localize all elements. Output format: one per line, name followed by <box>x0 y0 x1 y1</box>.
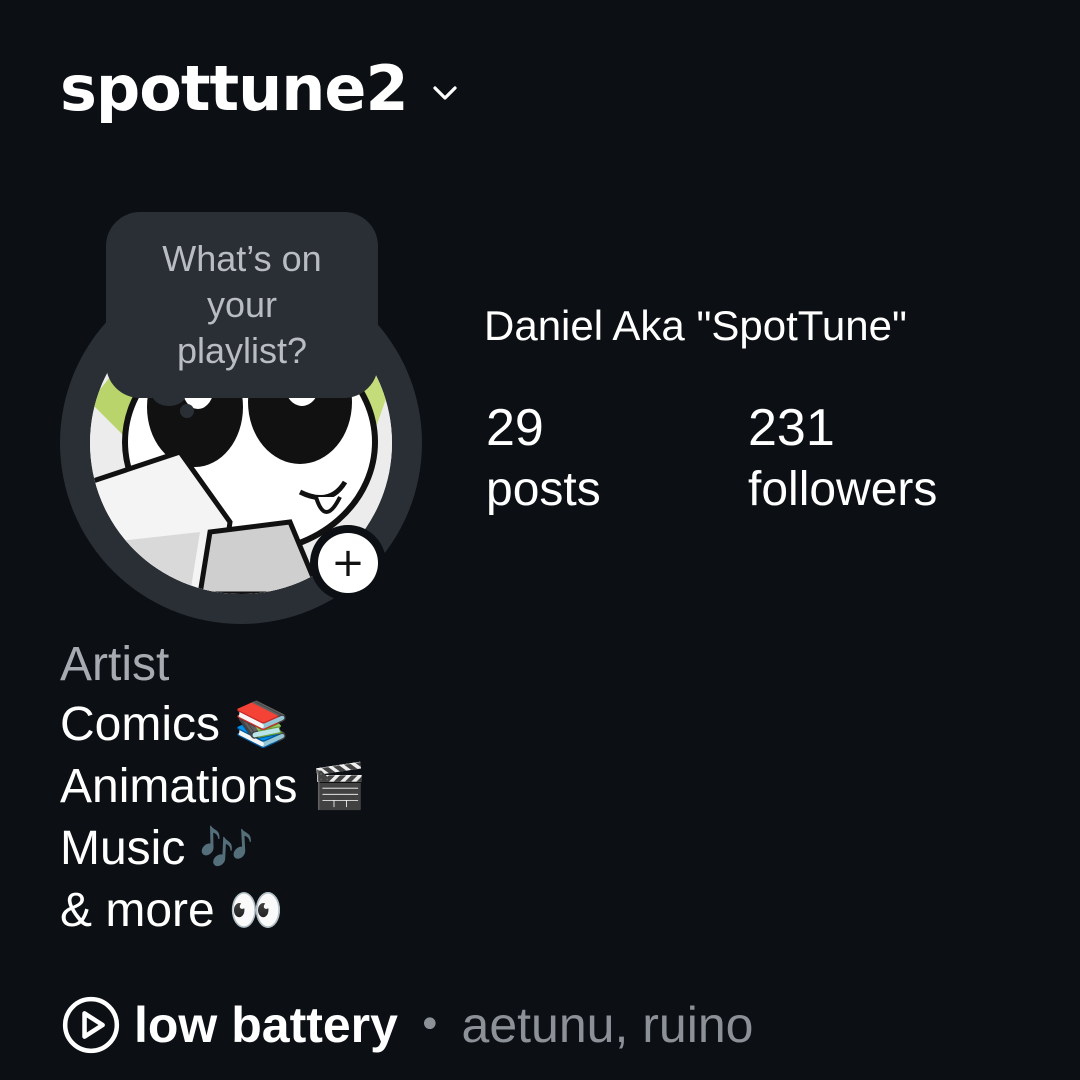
username: spottune2 <box>60 52 409 125</box>
bio-line-text: Animations <box>60 760 298 813</box>
posts-stat[interactable]: 29 posts <box>486 398 601 517</box>
bio-line: Comics 📚 <box>60 694 366 756</box>
bio: Artist Comics 📚 Animations 🎬 Music 🎶 & m… <box>60 636 366 942</box>
bio-line: & more 👀 <box>60 880 366 942</box>
followers-stat[interactable]: 231 followers <box>748 398 937 517</box>
bio-line-text: Music <box>60 822 186 875</box>
display-name: Daniel Aka "SpotTune" <box>484 302 907 349</box>
note-bubble[interactable]: What’s on your playlist? <box>106 212 378 398</box>
bio-line: Music 🎶 <box>60 818 366 880</box>
eyes-icon: 👀 <box>228 886 284 935</box>
note-text: What’s on your playlist? <box>162 238 322 371</box>
song-title: low battery <box>134 997 398 1053</box>
play-circle-icon <box>62 996 120 1054</box>
add-story-button[interactable]: + <box>310 525 386 601</box>
music-notes-icon: 🎶 <box>199 824 255 873</box>
bio-line: Animations 🎬 <box>60 756 366 818</box>
chevron-down-icon <box>433 85 457 100</box>
posts-label: posts <box>486 463 601 516</box>
bio-line-text: Comics <box>60 698 221 751</box>
bio-line-text: & more <box>60 884 215 937</box>
plus-icon: + <box>318 533 378 593</box>
note-bubble-tail-dot <box>180 404 194 418</box>
profile-music[interactable]: low battery • aetunu, ruino <box>60 994 753 1056</box>
account-switcher[interactable]: spottune2 <box>60 52 460 125</box>
books-icon: 📚 <box>234 700 289 749</box>
followers-label: followers <box>748 463 938 516</box>
bio-category: Artist <box>60 638 170 691</box>
song-artists: aetunu, ruino <box>461 997 754 1053</box>
posts-count: 29 <box>486 399 544 457</box>
followers-count: 231 <box>748 399 835 457</box>
clapperboard-icon: 🎬 <box>311 762 367 811</box>
separator-dot: • <box>417 1002 442 1048</box>
